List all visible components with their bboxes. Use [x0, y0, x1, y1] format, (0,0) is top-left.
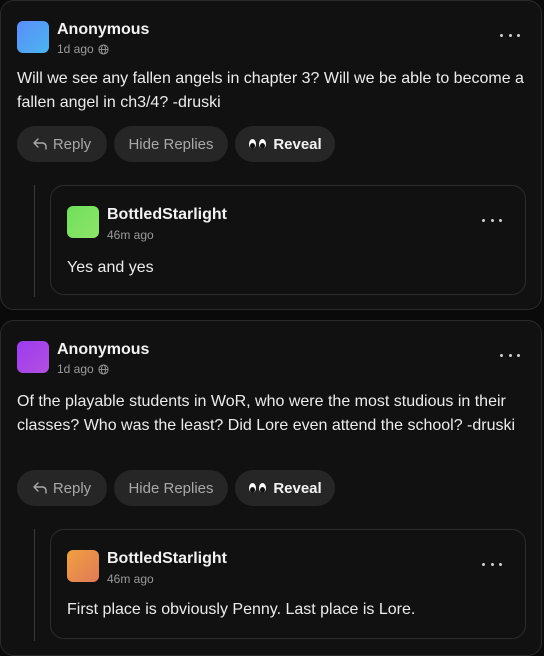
post-meta: 1d ago	[57, 362, 109, 376]
more-options-icon[interactable]	[500, 28, 520, 42]
post-text: Will we see any fallen angels in chapter…	[17, 70, 524, 111]
reply-time: 46m ago	[107, 572, 154, 586]
post-time: 1d ago	[57, 42, 94, 56]
reply-arrow-icon	[33, 138, 47, 150]
reply-label: Reply	[52, 135, 92, 153]
post-meta: 1d ago	[57, 42, 109, 56]
hide-replies-label: Hide Replies	[128, 479, 214, 497]
reply-more-options-icon[interactable]	[482, 213, 502, 227]
reveal-button[interactable]: Reveal	[235, 470, 335, 506]
hide-replies-button[interactable]: Hide Replies	[114, 126, 228, 162]
reveal-button[interactable]: Reveal	[235, 126, 335, 162]
reply-button[interactable]: Reply	[17, 470, 107, 506]
reply-button[interactable]: Reply	[17, 126, 107, 162]
post-time: 1d ago	[57, 362, 94, 376]
reply-author-name[interactable]: BottledStarlight	[107, 550, 227, 568]
hide-replies-label: Hide Replies	[128, 135, 214, 153]
reply-avatar[interactable]	[67, 550, 99, 582]
eyes-icon	[248, 482, 268, 494]
reply-text: First place is obviously Penny. Last pla…	[67, 601, 416, 618]
author-name[interactable]: Anonymous	[57, 21, 149, 39]
post-text: Of the playable students in WoR, who wer…	[17, 393, 516, 434]
reply-more-options-icon[interactable]	[482, 557, 502, 571]
reveal-label: Reveal	[273, 135, 322, 153]
more-options-icon[interactable]	[500, 348, 520, 362]
avatar[interactable]	[17, 21, 49, 53]
reply-arrow-icon	[33, 482, 47, 494]
reply-card: BottledStarlight 46m ago First place is …	[50, 529, 526, 639]
question-card: Anonymous 1d ago Of the playable student…	[0, 320, 542, 656]
hide-replies-button[interactable]: Hide Replies	[114, 470, 228, 506]
reply-time: 46m ago	[107, 228, 154, 242]
globe-icon	[98, 43, 109, 55]
reveal-label: Reveal	[273, 479, 322, 497]
reply-label: Reply	[52, 479, 92, 497]
eyes-icon	[248, 138, 268, 150]
reply-author-name[interactable]: BottledStarlight	[107, 206, 227, 224]
reply-avatar[interactable]	[67, 206, 99, 238]
reply-card: BottledStarlight 46m ago Yes and yes	[50, 185, 526, 295]
thread-line	[34, 185, 35, 297]
thread-line	[34, 529, 35, 641]
reply-text: Yes and yes	[67, 259, 154, 276]
globe-icon	[98, 363, 109, 375]
question-card: Anonymous 1d ago Will we see any fallen …	[0, 0, 542, 310]
avatar[interactable]	[17, 341, 49, 373]
author-name[interactable]: Anonymous	[57, 341, 149, 359]
